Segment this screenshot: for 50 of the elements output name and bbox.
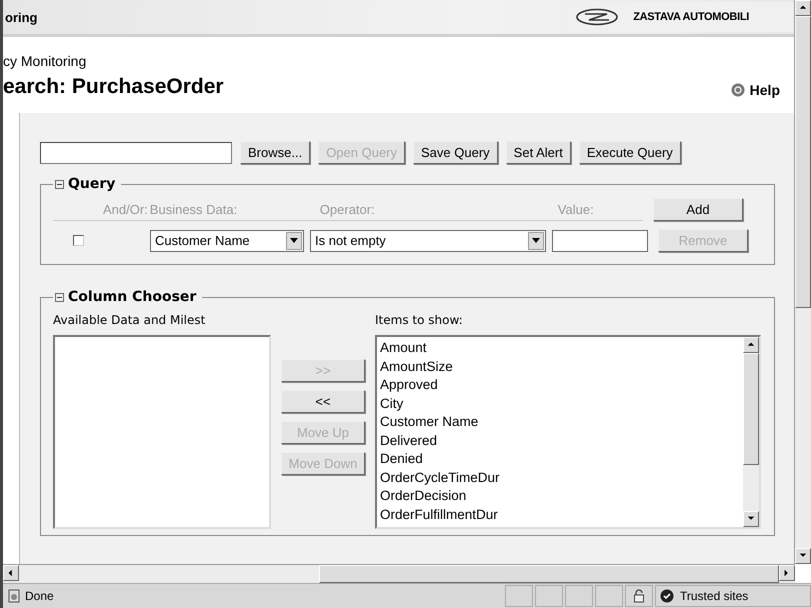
button[interactable]: Save Query xyxy=(413,141,498,164)
column-header: Business Data: xyxy=(150,202,238,217)
page-title: earch: PurchaseOrder xyxy=(3,75,224,99)
button[interactable]: Execute Query xyxy=(578,141,681,164)
column-header: Operator: xyxy=(320,202,376,217)
list-item[interactable]: OrderCycleTimeDur xyxy=(380,468,740,487)
list-item[interactable]: Customer Name xyxy=(380,413,740,432)
help-link[interactable]: Help xyxy=(730,82,780,98)
list-item[interactable]: Delivered xyxy=(380,432,740,450)
scroll-thumb[interactable] xyxy=(743,353,759,465)
collapse-toggle[interactable] xyxy=(55,180,64,188)
list-label: Items to show: xyxy=(375,312,464,327)
list-item[interactable]: AmountSize xyxy=(380,358,740,376)
page-icon xyxy=(7,589,21,603)
check-icon xyxy=(660,589,674,603)
collapse-toggle[interactable] xyxy=(55,292,64,302)
header-title: oring xyxy=(4,10,38,24)
group-title: Column Chooser xyxy=(68,289,196,305)
breadcrumb: cy Monitoring xyxy=(3,53,88,69)
list-item[interactable]: City xyxy=(380,394,740,413)
list-item[interactable]: Amount xyxy=(380,339,740,358)
file-field[interactable] xyxy=(40,142,232,164)
button[interactable]: Browse... xyxy=(240,141,310,164)
checkbox[interactable] xyxy=(73,235,84,246)
operator-dropdown[interactable]: Is not empty xyxy=(310,230,546,252)
list-item[interactable]: OrderDecision xyxy=(380,487,740,506)
list-scrollbar[interactable] xyxy=(743,337,759,527)
status-text: Done xyxy=(24,589,55,603)
logo-icon xyxy=(575,8,620,26)
column-header: And/Or: xyxy=(103,202,148,217)
security-zone: Trusted sites xyxy=(680,589,748,603)
button[interactable]: Set Alert xyxy=(506,141,571,164)
help-icon xyxy=(730,83,745,97)
page-scrollbar[interactable] xyxy=(794,0,811,564)
lock-icon xyxy=(633,589,645,603)
column-header: Value: xyxy=(558,202,594,217)
button[interactable]: << xyxy=(281,390,365,413)
items-list[interactable]: Amount AmountSize Approved City Customer Name Delivered Denied OrderCycleTimeDur OrderDecision OrderFulfillmentDur xyxy=(375,335,761,529)
business-data-dropdown[interactable]: Customer Name xyxy=(150,230,304,252)
horizontal-scrollbar[interactable] xyxy=(3,564,795,583)
group-title: Query xyxy=(68,176,116,192)
scroll-thumb[interactable] xyxy=(795,16,811,308)
value-field[interactable] xyxy=(552,230,648,252)
list-item[interactable]: OrderFulfillmentDur xyxy=(380,506,740,524)
list-item[interactable]: Approved xyxy=(380,376,740,394)
button[interactable]: Add xyxy=(653,198,743,221)
list-label: Available Data and Milest xyxy=(53,312,206,327)
brand-name: ZASTAVA AUTOMOBILI xyxy=(633,11,749,23)
scroll-thumb[interactable] xyxy=(319,565,779,583)
list-item[interactable]: Denied xyxy=(380,450,740,468)
